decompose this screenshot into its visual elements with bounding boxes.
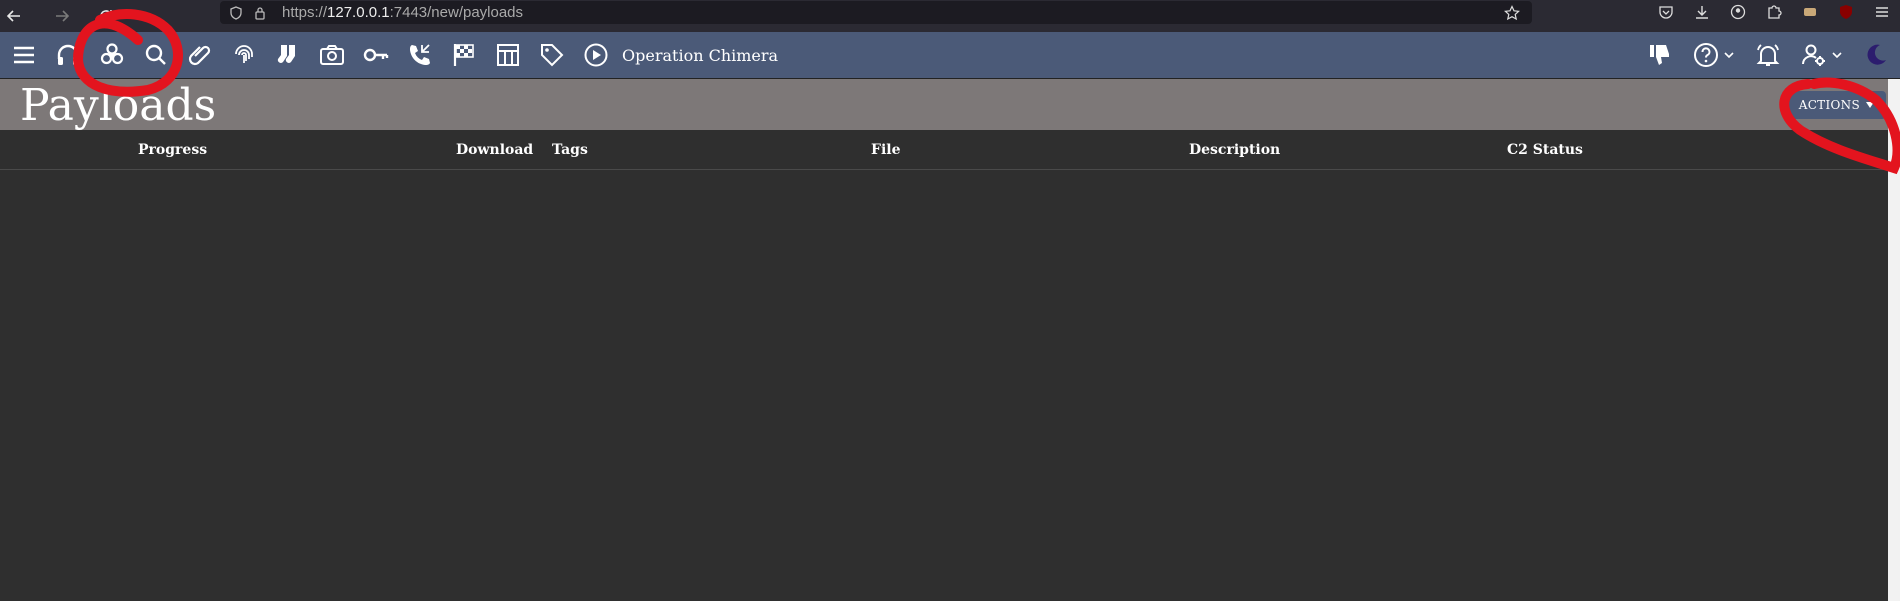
back-button[interactable]	[0, 2, 28, 30]
column-header-download[interactable]: Download	[456, 132, 533, 169]
column-header-file[interactable]: File	[871, 132, 900, 169]
download-icon[interactable]	[1684, 4, 1720, 20]
pocket-icon[interactable]	[1648, 4, 1684, 20]
play-circle-icon[interactable]	[574, 32, 618, 78]
actions-button[interactable]: ACTIONS	[1786, 91, 1886, 119]
page-title: Payloads	[20, 80, 217, 131]
column-header-c2-status[interactable]: C2 Status	[1507, 132, 1583, 169]
url-scheme: https://	[282, 4, 328, 21]
socks-icon[interactable]	[266, 32, 310, 78]
app-toolbar: Operation Chimera	[0, 32, 1900, 79]
thumbs-down-feedback-icon[interactable]	[1636, 32, 1684, 78]
url-text: https://127.0.0.1:7443/new/payloads	[282, 4, 523, 21]
paperclip-icon[interactable]	[178, 32, 222, 78]
actions-button-label: ACTIONS	[1798, 98, 1860, 112]
payloads-table-body	[0, 170, 1888, 601]
alarm-bell-icon[interactable]	[1744, 32, 1792, 78]
url-path: :7443/new/payloads	[389, 4, 524, 21]
browser-extensions	[1648, 0, 1900, 24]
column-header-tags[interactable]: Tags	[552, 132, 588, 169]
address-bar[interactable]: https://127.0.0.1:7443/new/payloads	[220, 1, 1532, 24]
table-icon[interactable]	[486, 32, 530, 78]
reload-button[interactable]	[92, 2, 120, 30]
dark-mode-moon-icon[interactable]	[1852, 32, 1900, 78]
camera-icon[interactable]	[310, 32, 354, 78]
operation-name[interactable]: Operation Chimera	[622, 46, 778, 65]
page-scrollbar[interactable]	[1888, 79, 1900, 601]
column-header-description[interactable]: Description	[1189, 132, 1280, 169]
chevron-down-icon	[1724, 52, 1734, 59]
fingerprint-icon[interactable]	[222, 32, 266, 78]
extension-badge-icon[interactable]	[1792, 4, 1828, 20]
account-icon[interactable]	[1720, 4, 1756, 20]
user-settings-icon[interactable]	[1792, 32, 1852, 78]
shield-icon	[224, 5, 248, 20]
key-icon[interactable]	[354, 32, 398, 78]
browser-toolbar: https://127.0.0.1:7443/new/payloads	[0, 0, 1900, 32]
browser-menu-icon[interactable]	[1864, 4, 1900, 20]
extensions-puzzle-icon[interactable]	[1756, 4, 1792, 20]
column-header-progress[interactable]: Progress	[138, 132, 207, 169]
page-header: Payloads ACTIONS	[0, 79, 1888, 131]
headphones-icon[interactable]	[46, 32, 90, 78]
chevron-down-icon	[1832, 52, 1842, 59]
toolbar-right-group	[1636, 32, 1900, 78]
caret-down-icon	[1866, 102, 1874, 108]
ublock-icon[interactable]	[1828, 4, 1864, 20]
checkered-flag-icon[interactable]	[442, 32, 486, 78]
bookmark-star-icon[interactable]	[1500, 4, 1524, 21]
lock-icon	[248, 6, 272, 20]
phone-incoming-icon[interactable]	[398, 32, 442, 78]
url-host: 127.0.0.1	[327, 4, 390, 21]
help-icon[interactable]	[1684, 32, 1744, 78]
biohazard-icon[interactable]	[90, 32, 134, 78]
payloads-table-header: Progress Download Tags File Description …	[0, 132, 1888, 170]
hamburger-menu-icon[interactable]	[2, 32, 46, 78]
forward-button[interactable]	[48, 2, 76, 30]
tag-icon[interactable]	[530, 32, 574, 78]
search-icon[interactable]	[134, 32, 178, 78]
